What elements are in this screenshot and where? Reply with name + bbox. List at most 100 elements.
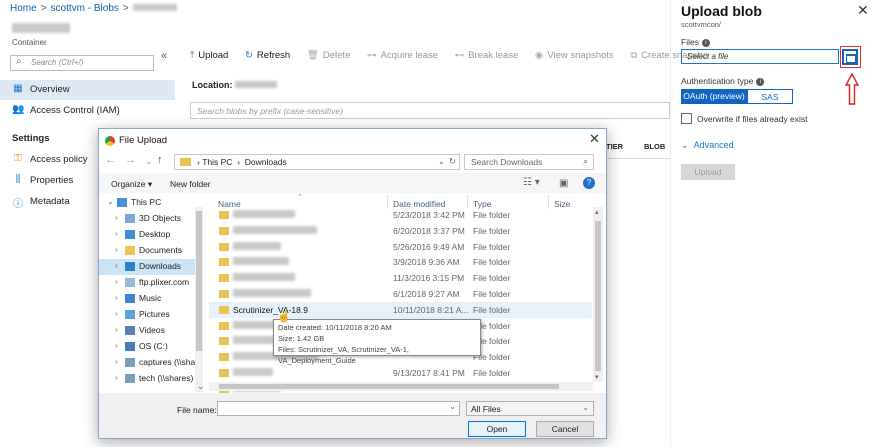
tree-item[interactable]: › Documents — [99, 243, 195, 259]
address-this-pc[interactable]: This PC — [202, 157, 232, 167]
nav-item-overview[interactable]: ▦ Overview — [0, 80, 175, 100]
open-button[interactable]: Open — [468, 421, 526, 437]
tree-item[interactable]: › Videos — [99, 323, 195, 339]
file-name — [233, 225, 317, 236]
tree-item-label: Downloads — [139, 261, 182, 271]
chevron-down-icon: ⌄ — [681, 140, 689, 150]
tree-folder-icon — [125, 310, 135, 319]
file-date: 5/23/2018 3:42 PM — [393, 210, 465, 220]
redacted-name — [233, 225, 317, 234]
tree-item-label: Pictures — [139, 309, 170, 319]
tree-item[interactable]: ⌄ This PC — [99, 195, 195, 211]
file-name-input[interactable]: ⌄ — [217, 401, 460, 416]
scroll-down-icon[interactable]: ▾ — [595, 373, 599, 381]
chevron-down-icon[interactable]: ⌄ — [449, 402, 456, 411]
acquire-lease-button[interactable]: ⊶ Acquire lease — [367, 50, 438, 61]
tree-expand-icon[interactable]: › — [115, 309, 118, 318]
breadcrumb-account[interactable]: scottvm - Blobs — [51, 3, 119, 14]
info-icon[interactable]: i — [701, 38, 710, 47]
tree-item[interactable]: › Music — [99, 291, 195, 307]
tree-expand-icon[interactable]: › — [115, 245, 118, 254]
file-type-filter[interactable]: All Files ⌄ — [466, 401, 594, 416]
tree-folder-icon — [125, 230, 135, 239]
cancel-button[interactable]: Cancel — [536, 421, 594, 437]
file-row[interactable]: 3/9/2018 9:36 AM File folder — [209, 254, 592, 270]
tree-item[interactable]: › ftp.plixer.com — [99, 275, 195, 291]
upload-submit-button[interactable]: Upload — [681, 164, 735, 180]
tree-item[interactable]: › Downloads — [99, 259, 195, 275]
tree-expand-icon[interactable]: › — [115, 229, 118, 238]
tree-folder-icon — [125, 294, 135, 303]
address-dropdown-icon[interactable]: ⌄ — [438, 156, 445, 167]
preview-pane-icon[interactable]: ▣ — [559, 178, 568, 189]
tree-item[interactable]: › captures (\\sha — [99, 355, 195, 371]
horizontal-scroll-thumb[interactable] — [219, 384, 559, 389]
file-row[interactable]: 6/1/2018 9:27 AM File folder — [209, 286, 592, 302]
address-bar[interactable]: › This PC › Downloads ⌄ ↻ — [174, 154, 460, 170]
file-row[interactable]: 9/13/2017 8:41 PM File folder — [209, 365, 592, 381]
tree-expand-icon[interactable]: › — [115, 213, 118, 222]
forward-icon[interactable]: → — [125, 154, 136, 166]
folder-icon — [219, 226, 229, 235]
advanced-toggle[interactable]: ⌄ Advanced — [681, 140, 734, 151]
tree-item[interactable]: › OS (C:) — [99, 339, 195, 355]
file-row[interactable]: Scrutinizer_VA-18.9 10/11/2018 8:21 A... F… — [209, 301, 592, 318]
tree-scroll-down-icon[interactable]: ⌄ — [197, 381, 205, 392]
tree-item-label: Documents — [139, 245, 182, 255]
help-icon[interactable]: ? — [583, 177, 595, 189]
browse-folder-icon[interactable] — [842, 49, 858, 65]
file-row[interactable]: 11/3/2016 3:15 PM File folder — [209, 270, 592, 286]
file-row[interactable]: 5/23/2018 3:42 PM File folder — [209, 207, 592, 223]
list-scroll-thumb[interactable] — [595, 221, 601, 371]
auth-oauth-option[interactable]: OAuth (preview) — [681, 89, 747, 104]
tree-expand-icon[interactable]: › — [115, 293, 118, 302]
column-header-tier[interactable]: TIER — [606, 142, 623, 151]
delete-button[interactable]: 🗑 Delete — [307, 50, 351, 61]
file-row[interactable]: 5/26/2016 9:49 AM File folder — [209, 239, 592, 255]
view-options-icon[interactable]: ☷ ▾ — [523, 177, 540, 188]
dialog-close-icon[interactable]: ✕ — [589, 131, 600, 147]
blob-search-input[interactable]: Search blobs by prefix (case-sensitive) — [190, 102, 670, 119]
column-header-blob[interactable]: BLOB — [644, 142, 665, 151]
scroll-up-icon[interactable]: ▴ — [595, 208, 599, 216]
snapshot-icon: ⧉ — [630, 50, 638, 61]
folder-icon — [219, 290, 229, 298]
address-downloads[interactable]: Downloads — [245, 157, 287, 167]
breadcrumb-home[interactable]: Home — [10, 3, 37, 14]
auth-sas-option[interactable]: SAS — [747, 89, 793, 104]
collapse-icon[interactable]: « — [161, 50, 167, 62]
refresh-icon[interactable]: ↻ — [449, 156, 456, 167]
up-icon[interactable]: ↑ — [157, 154, 163, 166]
tree-item[interactable]: › Desktop — [99, 227, 195, 243]
file-date: 10/11/2018 8:21 A... — [393, 304, 469, 315]
recent-dropdown-icon[interactable]: ⌄ — [145, 156, 153, 167]
tree-scroll-thumb[interactable] — [196, 211, 202, 351]
tree-expand-icon[interactable]: › — [115, 341, 118, 350]
file-select-input[interactable]: Select a file — [681, 49, 839, 64]
view-snapshots-button[interactable]: ◉ View snapshots — [535, 50, 614, 61]
nav-item-access-control[interactable]: 👥 Access Control (IAM) — [0, 101, 175, 121]
tree-expand-icon[interactable]: › — [115, 277, 118, 286]
tree-item[interactable]: › Pictures — [99, 307, 195, 323]
dialog-search-input[interactable]: Search Downloads ⌕ — [464, 154, 594, 170]
breadcrumb-container-redacted[interactable] — [132, 4, 177, 11]
upload-button[interactable]: ⤒ Upload — [190, 50, 228, 61]
break-lease-button[interactable]: ⊷ Break lease — [455, 50, 519, 61]
overwrite-checkbox[interactable] — [681, 113, 692, 124]
left-search-input[interactable]: ⌕ Search (Ctrl+/) — [10, 55, 154, 71]
info-icon[interactable]: i — [756, 77, 765, 86]
new-folder-button[interactable]: New folder — [170, 179, 211, 189]
file-row[interactable]: 6/20/2018 3:37 PM File folder — [209, 223, 592, 239]
back-icon[interactable]: ← — [105, 154, 116, 166]
tree-expand-icon[interactable]: › — [115, 325, 118, 334]
close-icon[interactable]: ✕ — [857, 2, 869, 19]
tree-expand-icon[interactable]: ⌄ — [107, 197, 114, 206]
file-type: File folder — [473, 241, 511, 252]
organize-button[interactable]: Organize ▾ — [111, 179, 152, 190]
refresh-button[interactable]: ↻ Refresh — [245, 50, 290, 61]
tree-expand-icon[interactable]: › — [115, 373, 118, 382]
tree-expand-icon[interactable]: › — [115, 357, 118, 366]
tree-expand-icon[interactable]: › — [115, 261, 118, 270]
tree-item[interactable]: › 3D Objects — [99, 211, 195, 227]
tree-item[interactable]: › tech (\\shares) — [99, 371, 195, 387]
